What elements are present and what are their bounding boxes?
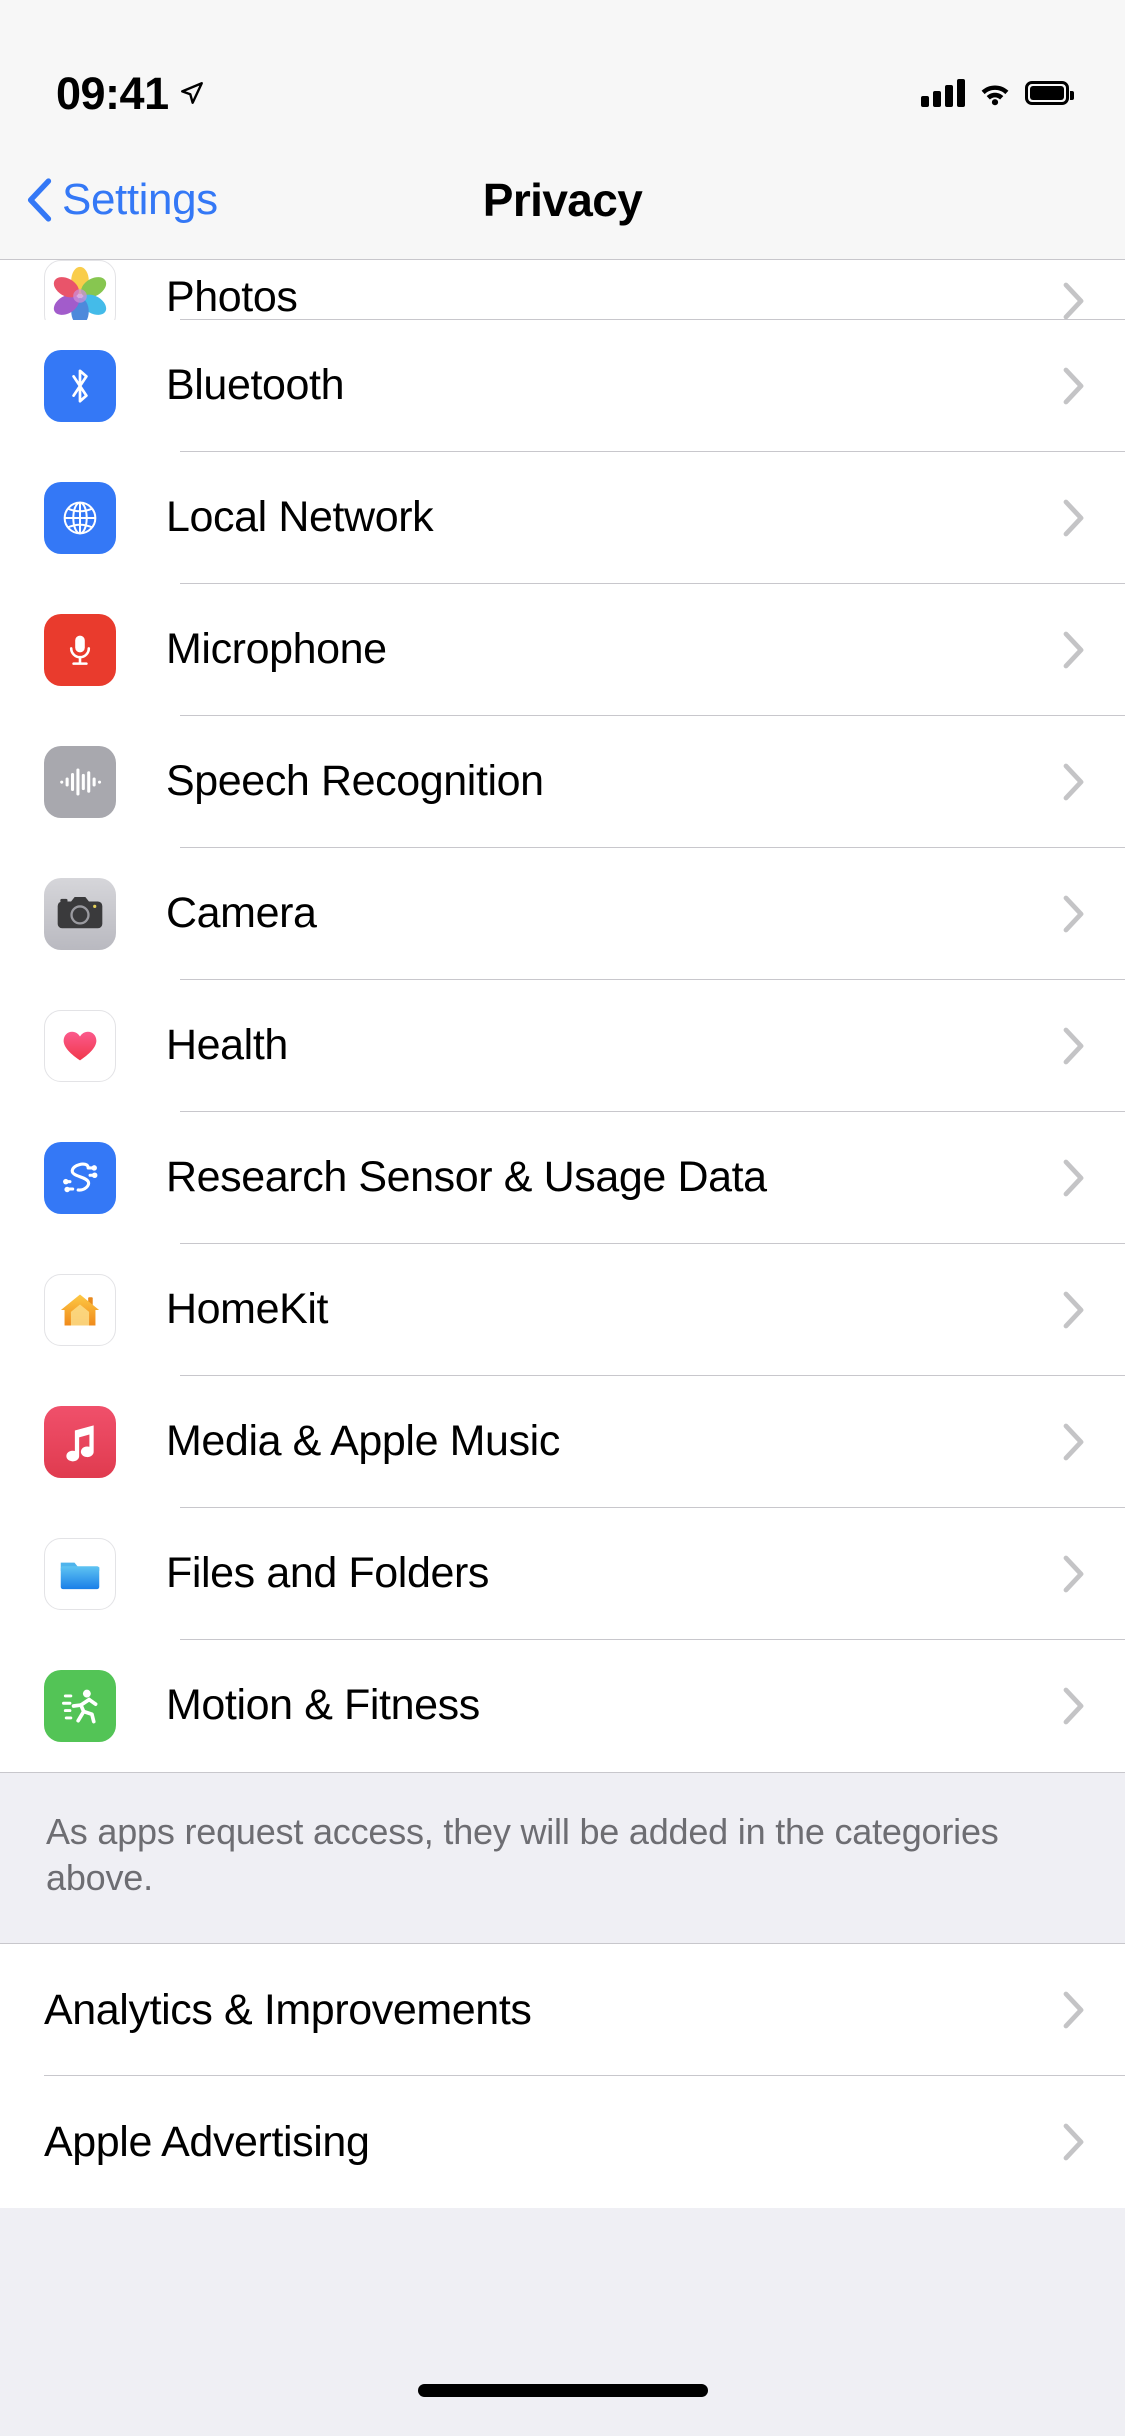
row-camera[interactable]: Camera (0, 848, 1125, 980)
row-label: Microphone (166, 625, 387, 674)
row-label: Bluetooth (166, 361, 345, 410)
row-label: Media & Apple Music (166, 1417, 560, 1466)
status-bar: 09:41 (0, 0, 1125, 140)
row-label: Apple Advertising (44, 2117, 370, 2166)
chevron-right-icon (1063, 895, 1084, 933)
row-label: Files and Folders (166, 1549, 490, 1598)
chevron-right-icon (1063, 763, 1084, 801)
row-research-sensor[interactable]: Research Sensor & Usage Data (0, 1112, 1125, 1244)
row-analytics-improvements[interactable]: Analytics & Improvements (0, 1944, 1125, 2077)
row-photos[interactable]: Photos (0, 260, 1125, 332)
files-folder-icon (44, 1538, 116, 1610)
chevron-right-icon (1063, 1687, 1084, 1725)
research-sensor-icon (44, 1142, 116, 1214)
row-motion-fitness[interactable]: Motion & Fitness (0, 1640, 1125, 1772)
microphone-icon (44, 614, 116, 686)
chevron-right-icon (1063, 1159, 1084, 1197)
camera-icon (44, 878, 116, 950)
chevron-right-icon (1063, 1991, 1084, 2029)
motion-fitness-icon (44, 1670, 116, 1742)
back-button-settings[interactable]: Settings (0, 174, 218, 224)
speech-waveform-icon (44, 746, 116, 818)
chevron-right-icon (1063, 631, 1084, 669)
wifi-icon (981, 85, 1009, 106)
row-local-network[interactable]: Local Network (0, 452, 1125, 584)
homekit-house-icon (44, 1274, 116, 1346)
status-bar-right (921, 79, 1074, 107)
bottom-gap (0, 2208, 1125, 2264)
chevron-right-icon (1063, 2123, 1084, 2161)
row-label: Local Network (166, 493, 434, 542)
row-media-apple-music[interactable]: Media & Apple Music (0, 1376, 1125, 1508)
row-label: Motion & Fitness (166, 1681, 480, 1730)
cellular-bars-icon (921, 79, 965, 107)
music-note-icon (44, 1406, 116, 1478)
status-bar-clock: 09:41 (56, 67, 169, 119)
row-files-and-folders[interactable]: Files and Folders (0, 1508, 1125, 1640)
settings-scroll-view[interactable]: Photos Bluetooth Local Network Microphon… (0, 260, 1125, 2264)
local-network-globe-icon (44, 482, 116, 554)
chevron-right-icon (1063, 1291, 1084, 1329)
chevron-right-icon (1063, 1555, 1084, 1593)
privacy-permissions-group: Photos Bluetooth Local Network Microphon… (0, 260, 1125, 1772)
row-homekit[interactable]: HomeKit (0, 1244, 1125, 1376)
row-label: HomeKit (166, 1285, 329, 1334)
chevron-right-icon (1063, 367, 1084, 405)
row-speech-recognition[interactable]: Speech Recognition (0, 716, 1125, 848)
row-bluetooth[interactable]: Bluetooth (0, 320, 1125, 452)
row-label: Health (166, 1021, 288, 1070)
row-microphone[interactable]: Microphone (0, 584, 1125, 716)
home-indicator-bar[interactable] (417, 2383, 708, 2397)
chevron-left-icon (27, 177, 52, 222)
row-label: Photos (166, 272, 298, 321)
chevron-right-icon (1063, 1423, 1084, 1461)
battery-full-icon (1025, 81, 1074, 105)
privacy-bottom-group: Analytics & Improvements Apple Advertisi… (0, 1944, 1125, 2209)
status-bar-left: 09:41 (56, 71, 205, 116)
privacy-footer-note: As apps request access, they will be add… (0, 1772, 1125, 1945)
row-label: Analytics & Improvements (44, 1985, 532, 2034)
bluetooth-icon (44, 350, 116, 422)
row-label: Speech Recognition (166, 757, 544, 806)
chevron-right-icon (1063, 1027, 1084, 1065)
home-indicator-area (0, 2286, 1125, 2436)
location-arrow-icon (180, 82, 203, 104)
row-health[interactable]: Health (0, 980, 1125, 1112)
row-label: Research Sensor & Usage Data (166, 1153, 767, 1202)
row-label: Camera (166, 889, 317, 938)
chevron-right-icon (1063, 282, 1084, 320)
health-heart-icon (44, 1010, 116, 1082)
row-apple-advertising[interactable]: Apple Advertising (0, 2076, 1125, 2209)
navigation-bar: Settings Privacy (0, 140, 1125, 260)
chevron-right-icon (1063, 499, 1084, 537)
back-button-label: Settings (62, 174, 218, 224)
